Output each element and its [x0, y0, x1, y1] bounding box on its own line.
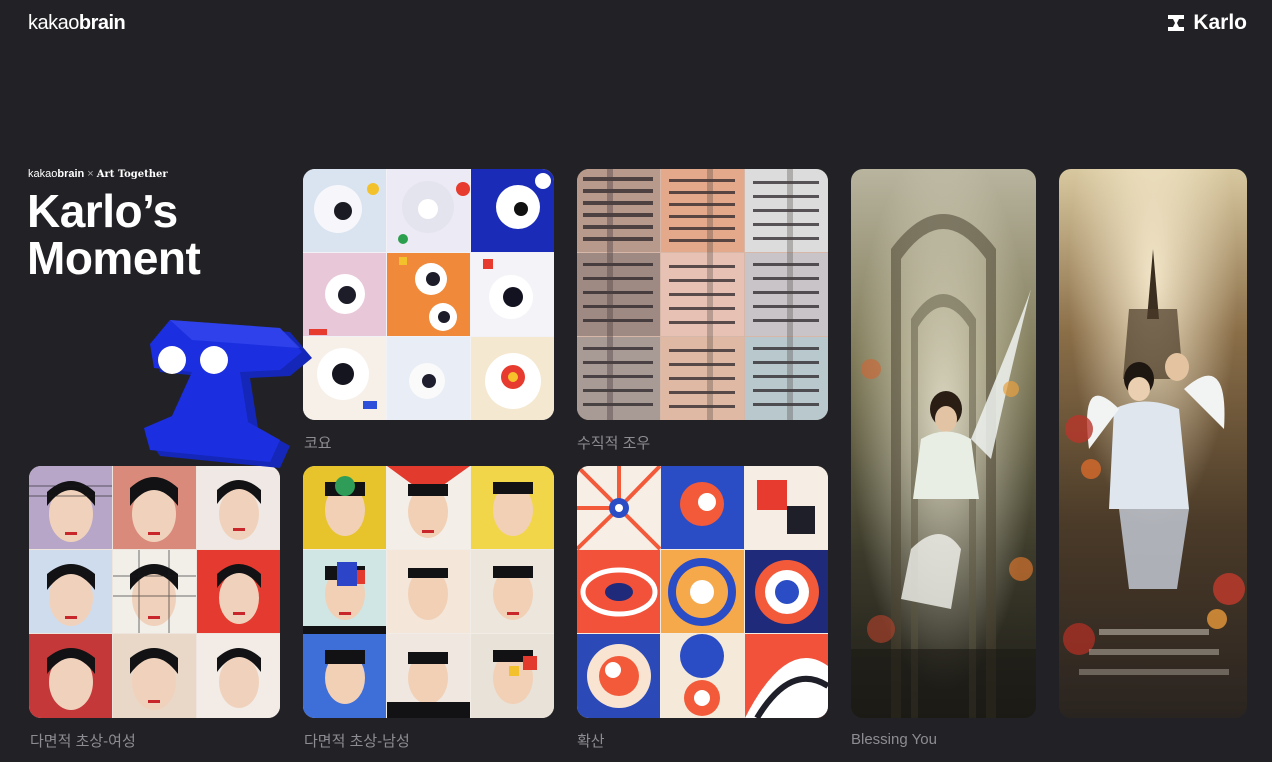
hero-subtitle: kakaobrain × Art Together: [28, 168, 168, 180]
karlo-mascot-icon: [144, 320, 312, 468]
artwork-card-angel[interactable]: [1059, 169, 1247, 718]
artwork-diffusion-image: [577, 466, 828, 718]
artwork-card-diffusion[interactable]: [577, 466, 828, 718]
kakaobrain-logo[interactable]: kakaobrain: [28, 12, 126, 35]
artwork-angel-image: [1059, 169, 1247, 718]
artwork-card-blessing-you[interactable]: [851, 169, 1036, 718]
sub-separator: ×: [87, 168, 94, 180]
page-title: Karlo’s Moment: [27, 185, 201, 284]
karlo-brand-link[interactable]: Karlo: [1167, 11, 1247, 35]
karlo-brand-name: Karlo: [1193, 11, 1247, 34]
artwork-caption-blessing-you: Blessing You: [851, 731, 937, 748]
artwork-portrait-male-image: [303, 466, 554, 718]
artwork-card-portrait-female[interactable]: [29, 466, 280, 718]
artwork-caption-diffusion: 확산: [577, 733, 605, 750]
artwork-portrait-female-image: [29, 466, 280, 718]
sub-partner: Art Together: [96, 169, 168, 180]
artwork-vertical-image: [577, 169, 828, 420]
artwork-card-koyo[interactable]: [303, 169, 554, 420]
karlo-icon: [1168, 15, 1185, 31]
logo-suffix: brain: [78, 12, 126, 34]
sub-logo-prefix: kakao: [28, 168, 58, 180]
artwork-blessing-you-image: [851, 169, 1036, 718]
title-line-1: Karlo’s: [27, 185, 178, 237]
logo-prefix: kakao: [28, 12, 79, 34]
artwork-koyo-image: [303, 169, 554, 420]
artwork-caption-portrait-female: 다면적 초상-여성: [30, 733, 136, 750]
artwork-card-portrait-male[interactable]: [303, 466, 554, 718]
sub-logo-suffix: brain: [57, 168, 85, 180]
artwork-caption-vertical: 수직적 조우: [577, 435, 651, 452]
artwork-card-vertical[interactable]: [577, 169, 828, 420]
artwork-caption-portrait-male: 다면적 초상-남성: [304, 733, 410, 750]
title-line-2: Moment: [27, 232, 201, 284]
